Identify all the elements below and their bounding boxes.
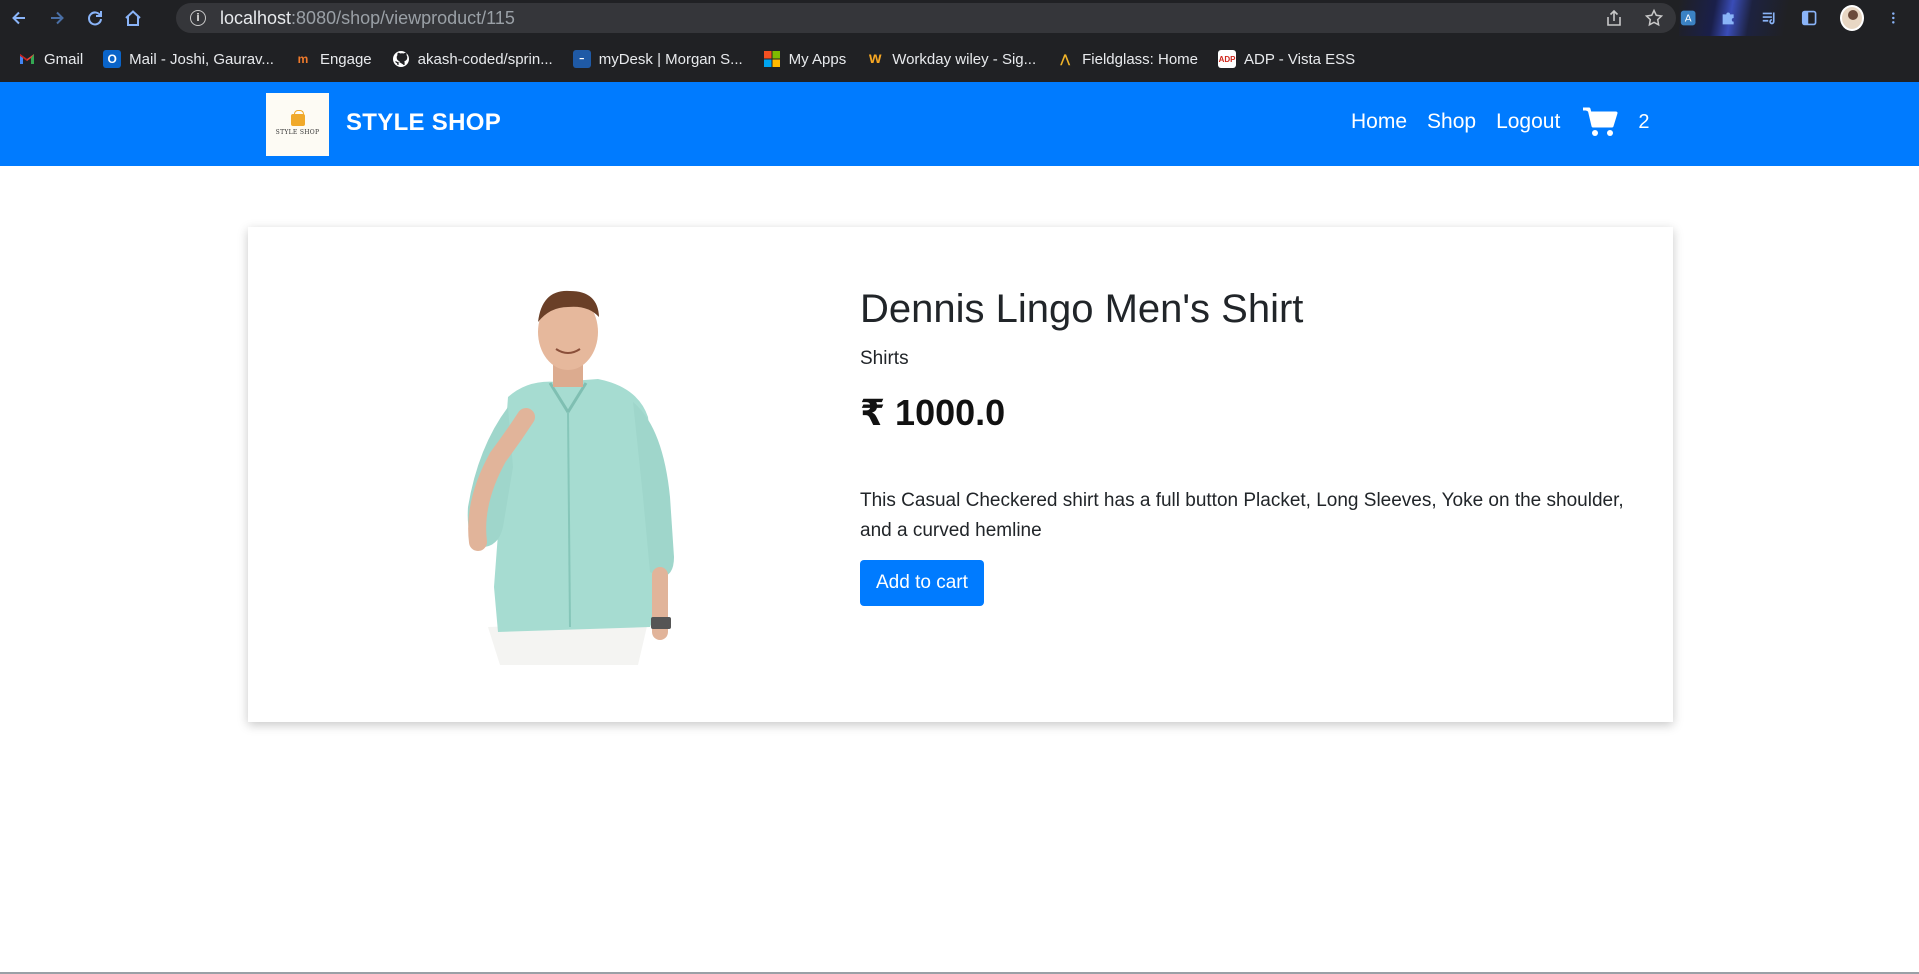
url-host: localhost xyxy=(220,7,292,28)
bookmark-label: ADP - Vista ESS xyxy=(1244,50,1356,68)
home-icon xyxy=(125,10,141,26)
adp-icon: ADP xyxy=(1218,50,1237,68)
product-description: This Casual Checkered shirt has a full b… xyxy=(860,490,1624,541)
bookmarks-bar: Gmail O Mail - Joshi, Gaurav... m Engage… xyxy=(0,36,1919,82)
product-price: ₹ 1000.0 xyxy=(860,392,1006,433)
profile-avatar[interactable] xyxy=(1840,5,1865,31)
site-navbar: STYLE SHOP STYLE SHOP Home Shop Logout 2 xyxy=(0,82,1919,166)
bookmark-label: akash-coded/sprin... xyxy=(417,50,553,68)
puzzle-icon[interactable] xyxy=(1719,8,1737,28)
back-arrow-icon xyxy=(12,11,25,25)
product-card: Dennis Lingo Men's Shirt Shirts ₹ 1000.0… xyxy=(248,227,1673,722)
forward-button[interactable] xyxy=(38,0,76,36)
bookmark-mydesk[interactable]: ━ myDesk | Morgan S... xyxy=(572,50,743,68)
bookmark-github[interactable]: akash-coded/sprin... xyxy=(392,50,553,68)
reading-list-icon[interactable] xyxy=(1760,8,1778,28)
brand-name[interactable]: STYLE SHOP xyxy=(346,109,501,137)
reload-icon xyxy=(88,11,102,26)
brand-logo[interactable]: STYLE SHOP xyxy=(266,93,329,156)
bookmark-label: My Apps xyxy=(788,50,847,68)
bookmark-label: Engage xyxy=(319,50,372,68)
product-category: Shirts xyxy=(860,348,909,369)
home-button[interactable] xyxy=(114,0,152,36)
product-image xyxy=(467,290,674,665)
fieldglass-icon: ⋀ xyxy=(1060,52,1071,66)
microsoft-icon xyxy=(763,50,781,68)
bookmark-my-apps[interactable]: My Apps xyxy=(763,50,847,68)
bookmark-star-icon[interactable] xyxy=(1644,8,1664,28)
browser-toolbar: i localhost:8080/shop/viewproduct/115 A xyxy=(0,0,1919,36)
product-details: Dennis Lingo Men's Shirt Shirts ₹ 1000.0… xyxy=(860,287,1660,606)
nav-link-shop[interactable]: Shop xyxy=(1427,110,1476,134)
forward-arrow-icon xyxy=(51,11,64,25)
url-text[interactable]: localhost:8080/shop/viewproduct/115 xyxy=(220,8,515,29)
product-title: Dennis Lingo Men's Shirt xyxy=(860,287,1304,331)
github-icon xyxy=(392,50,410,68)
svg-text:A: A xyxy=(1685,14,1692,25)
menu-dots-icon[interactable] xyxy=(1886,8,1901,28)
url-path: :8080/shop/viewproduct/115 xyxy=(291,7,515,28)
share-icon[interactable] xyxy=(1604,8,1624,28)
gmail-icon xyxy=(18,50,36,68)
add-to-cart-button[interactable]: Add to cart xyxy=(860,560,984,606)
bookmark-label: myDesk | Morgan S... xyxy=(598,50,743,68)
nav-links: Home Shop Logout 2 xyxy=(1351,106,1649,138)
bookmark-adp[interactable]: ADP ADP - Vista ESS xyxy=(1218,50,1355,68)
logo-text: STYLE SHOP xyxy=(275,128,320,136)
extensions-area: A xyxy=(1679,0,1919,36)
back-button[interactable] xyxy=(0,0,38,36)
side-panel-icon[interactable] xyxy=(1800,8,1818,28)
omnibox-actions xyxy=(1604,8,1664,28)
bookmark-label: Workday wiley - Sig... xyxy=(892,50,1037,68)
extension-a-icon[interactable]: A xyxy=(1679,8,1697,28)
workday-icon: w xyxy=(868,50,882,67)
nav-link-logout[interactable]: Logout xyxy=(1496,110,1560,134)
bookmark-label: Mail - Joshi, Gaurav... xyxy=(129,50,274,68)
reload-button[interactable] xyxy=(76,0,114,36)
outlook-icon: O xyxy=(103,50,122,68)
address-bar[interactable]: i localhost:8080/shop/viewproduct/115 xyxy=(176,3,1676,33)
site-info-icon[interactable]: i xyxy=(190,10,206,26)
nav-link-home[interactable]: Home xyxy=(1351,110,1407,134)
bookmark-outlook[interactable]: O Mail - Joshi, Gaurav... xyxy=(103,50,274,68)
bookmark-label: Fieldglass: Home xyxy=(1082,50,1199,68)
mydesk-icon: ━ xyxy=(572,50,591,68)
cart-icon xyxy=(1583,107,1618,136)
shopping-bag-icon xyxy=(290,109,305,126)
bookmark-engage[interactable]: m Engage xyxy=(294,50,372,68)
cart-count: 2 xyxy=(1638,110,1650,133)
engage-icon: m xyxy=(297,52,309,66)
bookmark-gmail[interactable]: Gmail xyxy=(18,50,83,68)
bookmark-fieldglass[interactable]: ⋀ Fieldglass: Home xyxy=(1056,50,1198,68)
bookmark-label: Gmail xyxy=(44,50,84,68)
bookmark-workday[interactable]: w Workday wiley - Sig... xyxy=(866,50,1036,68)
cart-link[interactable]: 2 xyxy=(1582,106,1649,138)
